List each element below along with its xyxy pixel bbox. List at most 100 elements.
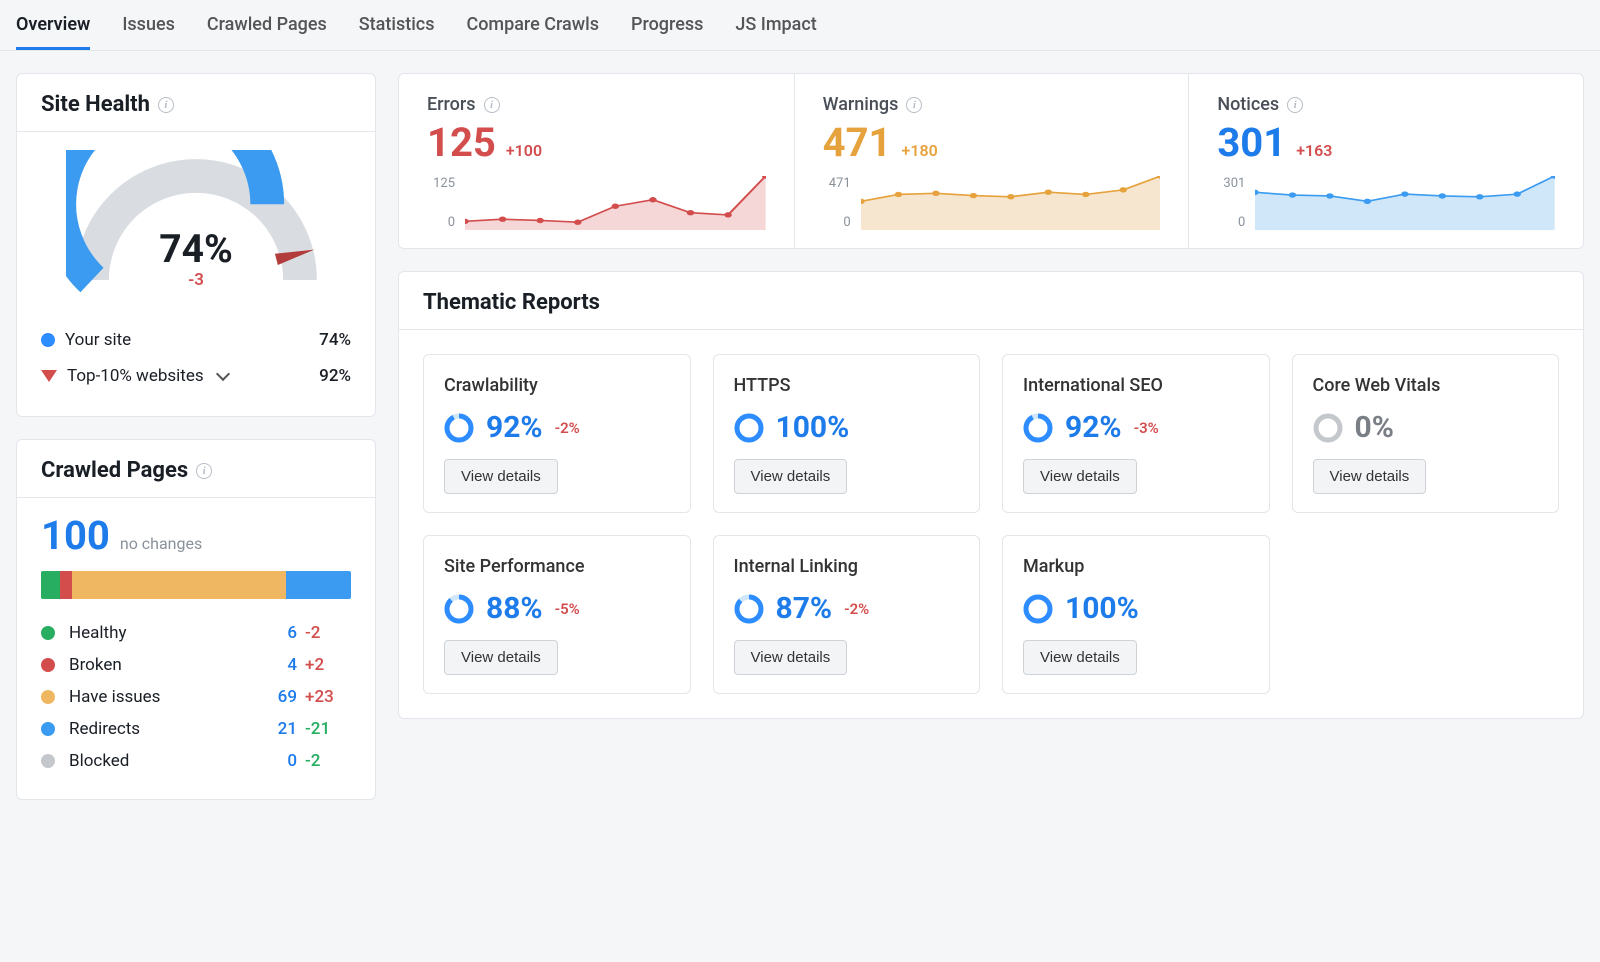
report-title: Internal Linking	[734, 556, 960, 577]
report-value: 88%	[486, 591, 543, 626]
crawled-row-label: Broken	[69, 655, 243, 675]
view-details-button[interactable]: View details	[444, 459, 558, 494]
crawled-row-broken[interactable]: Broken4+2	[41, 649, 351, 681]
info-icon[interactable]: i	[484, 97, 500, 113]
legend-value: 74%	[319, 330, 351, 350]
report-markup: Markup100%View details	[1002, 535, 1270, 694]
report-delta: -5%	[555, 600, 580, 618]
info-icon[interactable]: i	[158, 97, 174, 113]
legend-value: 92%	[319, 366, 351, 386]
report-value: 100%	[776, 410, 850, 445]
info-icon[interactable]: i	[906, 97, 922, 113]
report-delta: -2%	[555, 419, 580, 437]
tab-progress[interactable]: Progress	[631, 0, 703, 50]
metric-title: Notices	[1217, 94, 1279, 115]
site-health-card: Site Health i 74% -3 Your site	[16, 73, 376, 417]
view-details-button[interactable]: View details	[1313, 459, 1427, 494]
tab-overview[interactable]: Overview	[16, 0, 90, 50]
metric-value: 301	[1217, 119, 1286, 166]
bar-segment-broken	[60, 571, 72, 599]
legend-top10[interactable]: Top-10% websites 92%	[41, 358, 351, 394]
metric-change: +163	[1296, 141, 1332, 160]
axis-max: 301	[1217, 176, 1245, 191]
metrics-panel: Errorsi125+1001250Warningsi471+1804710No…	[398, 73, 1584, 249]
tab-issues[interactable]: Issues	[122, 0, 175, 50]
crawled-row-delta: -2	[305, 623, 351, 643]
crawled-row-label: Have issues	[69, 687, 243, 707]
axis-min: 0	[427, 215, 455, 230]
site-health-title: Site Health	[41, 92, 150, 117]
progress-ring-icon	[1313, 413, 1343, 443]
info-icon[interactable]: i	[196, 463, 212, 479]
crawled-row-count: 6	[251, 623, 297, 643]
metric-notices[interactable]: Noticesi301+1633010	[1188, 74, 1583, 248]
progress-ring-icon	[734, 594, 764, 624]
crawled-bar-chart	[41, 571, 351, 599]
crawled-pages-card: Crawled Pages i 100 no changes Healthy6-…	[16, 439, 376, 800]
dot-icon	[41, 722, 55, 736]
crawled-row-blocked[interactable]: Blocked0-2	[41, 745, 351, 777]
crawled-row-redirects[interactable]: Redirects 21 -21	[41, 713, 351, 745]
report-delta: -2%	[844, 600, 869, 618]
view-details-button[interactable]: View details	[444, 640, 558, 675]
gauge-value: 74%	[159, 226, 233, 272]
gauge-delta: -3	[188, 270, 204, 290]
metric-title: Errors	[427, 94, 476, 115]
crawled-row-delta: +23	[305, 687, 351, 707]
crawled-row-label: Redirects	[69, 719, 243, 739]
crawled-pages-title: Crawled Pages	[41, 458, 188, 483]
axis-min: 0	[1217, 215, 1245, 230]
report-title: International SEO	[1023, 375, 1249, 396]
thematic-title: Thematic Reports	[423, 290, 600, 315]
crawled-row-label: Healthy	[69, 623, 243, 643]
chevron-down-icon	[216, 367, 230, 381]
report-title: HTTPS	[734, 375, 960, 396]
top-tabs: Overview Issues Crawled Pages Statistics Com…	[0, 0, 1600, 51]
triangle-down-icon	[41, 370, 57, 382]
dot-icon	[41, 333, 55, 347]
progress-ring-icon	[444, 413, 474, 443]
report-title: Site Performance	[444, 556, 670, 577]
tab-js-impact[interactable]: JS Impact	[735, 0, 816, 50]
info-icon[interactable]: i	[1287, 97, 1303, 113]
report-value: 87%	[776, 591, 833, 626]
report-value: 100%	[1065, 591, 1139, 626]
crawled-row-count: 0	[251, 751, 297, 771]
thematic-reports-card: Thematic Reports Crawlability92%-2%View …	[398, 271, 1584, 719]
metric-warnings[interactable]: Warningsi471+1804710	[794, 74, 1189, 248]
report-crawlability: Crawlability92%-2%View details	[423, 354, 691, 513]
report-internal-linking: Internal Linking 87% -2% View details	[713, 535, 981, 694]
report-delta: -3%	[1134, 419, 1159, 437]
progress-ring-icon	[444, 594, 474, 624]
progress-ring-icon	[1023, 413, 1053, 443]
progress-ring-icon	[1023, 594, 1053, 624]
dot-icon	[41, 626, 55, 640]
view-details-button[interactable]: View details	[734, 459, 848, 494]
crawled-row-delta: -21	[305, 719, 351, 739]
report-value: 92%	[1065, 410, 1122, 445]
metric-title: Warnings	[823, 94, 899, 115]
bar-segment-redirects	[286, 571, 351, 599]
legend-your-site: Your site 74%	[41, 322, 351, 358]
metric-errors[interactable]: Errorsi125+1001250	[399, 74, 794, 248]
report-site-performance: Site Performance 88% -5% View details	[423, 535, 691, 694]
sparkline-warnings	[861, 176, 1161, 230]
bar-segment-have-issues	[72, 571, 286, 599]
crawled-row-have-issues[interactable]: Have issues69+23	[41, 681, 351, 713]
tab-statistics[interactable]: Statistics	[359, 0, 435, 50]
report-international-seo: International SEO 92% -3% View details	[1002, 354, 1270, 513]
view-details-button[interactable]: View details	[734, 640, 848, 675]
metric-change: +180	[902, 141, 938, 160]
view-details-button[interactable]: View details	[1023, 640, 1137, 675]
legend-label: Top-10% websites	[67, 366, 204, 386]
crawled-change: no changes	[120, 534, 202, 553]
crawled-row-label: Blocked	[69, 751, 243, 771]
view-details-button[interactable]: View details	[1023, 459, 1137, 494]
crawled-row-healthy[interactable]: Healthy 6 -2	[41, 617, 351, 649]
report-value: 0%	[1355, 410, 1394, 445]
tab-compare-crawls[interactable]: Compare Crawls	[466, 0, 598, 50]
crawled-row-count: 21	[251, 719, 297, 739]
metric-value: 125	[427, 119, 496, 166]
tab-crawled-pages[interactable]: Crawled Pages	[207, 0, 327, 50]
crawled-total[interactable]: 100	[41, 512, 110, 559]
